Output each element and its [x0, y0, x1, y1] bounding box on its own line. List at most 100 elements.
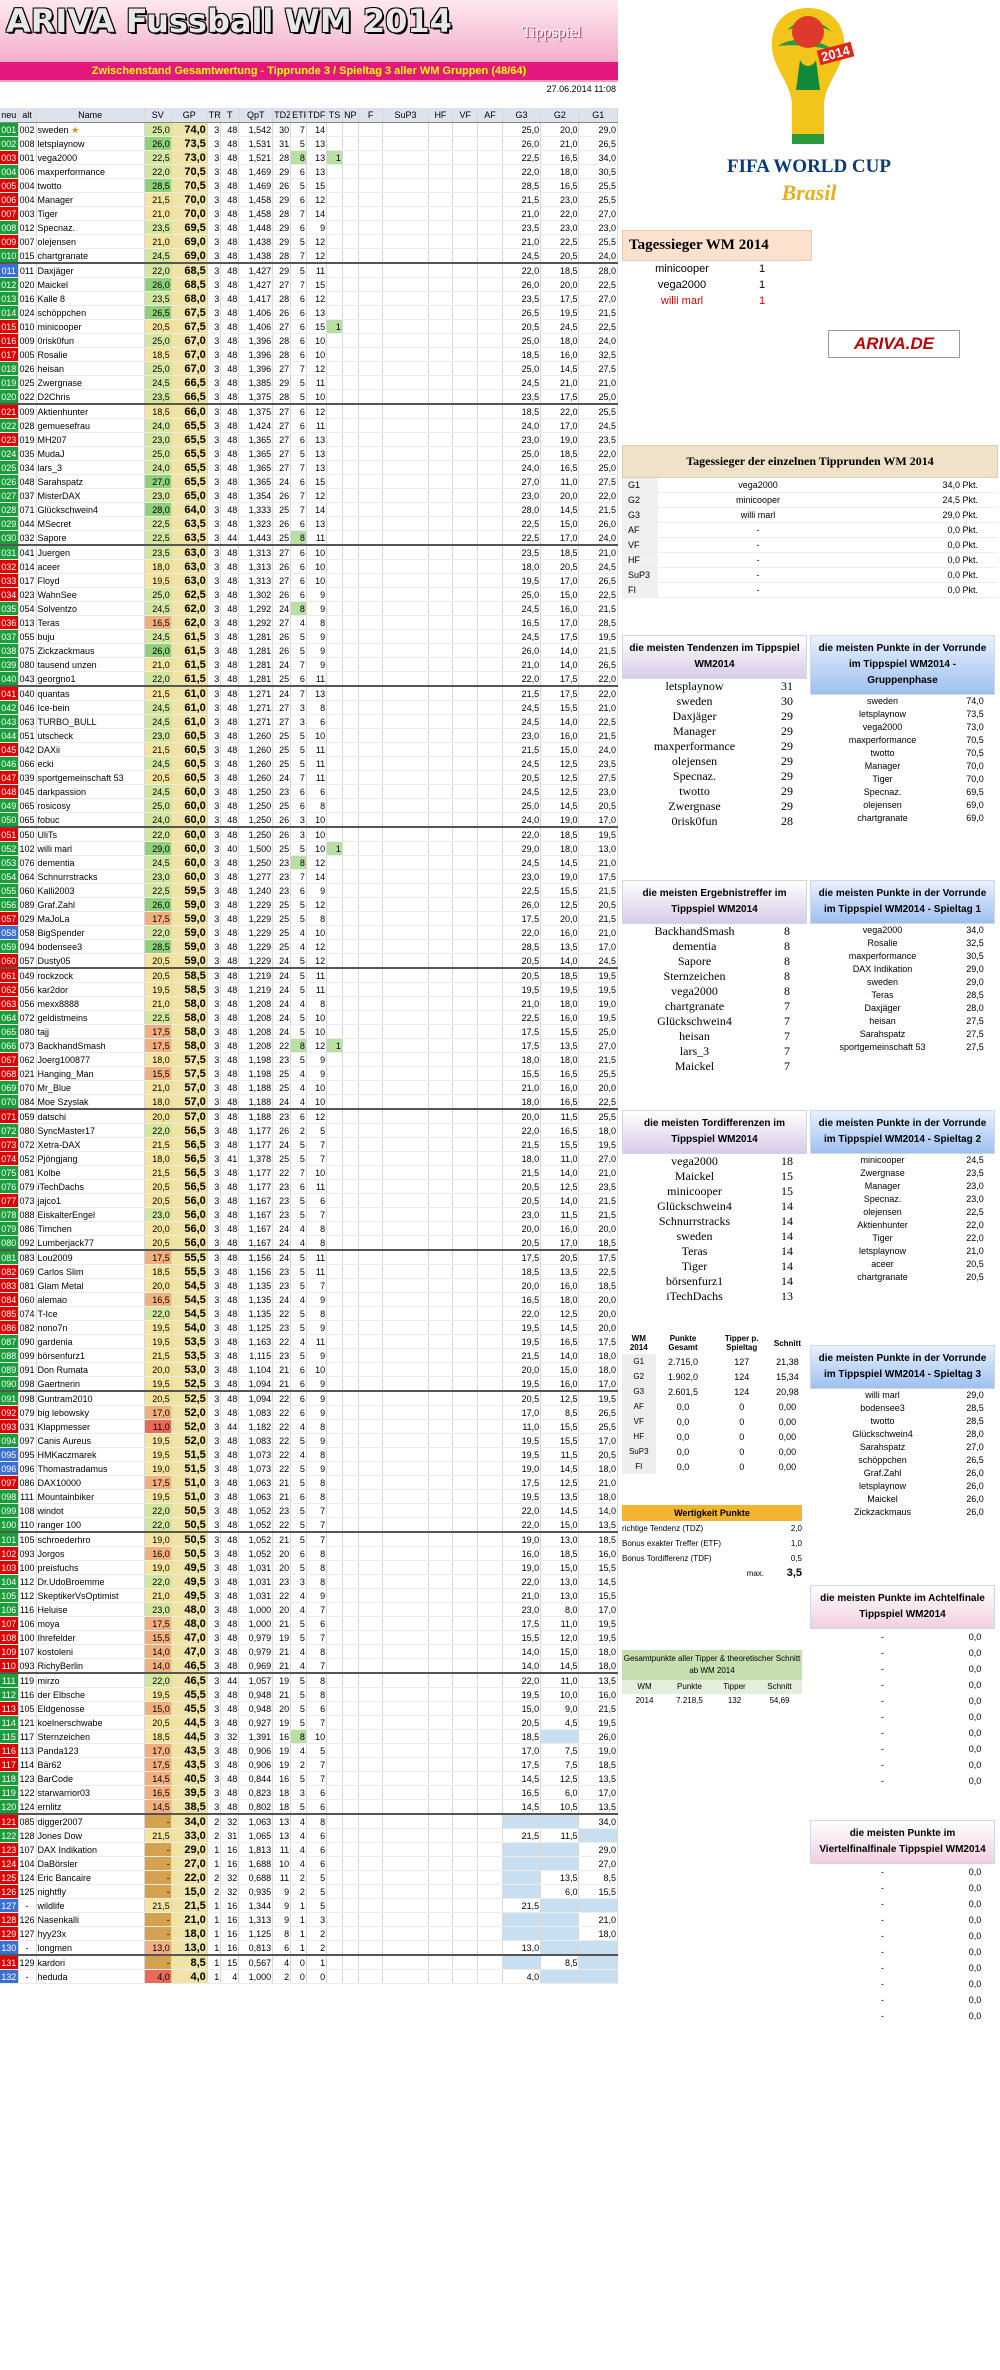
- cell-etf: 6: [290, 291, 307, 306]
- panel-row: -0,0: [810, 1725, 995, 1741]
- cell-vf: [452, 925, 479, 940]
- cell-qpt: 1,031: [238, 1588, 274, 1603]
- cell-np: [342, 1771, 359, 1786]
- cell-np: [342, 1433, 359, 1448]
- cell-neu: 104: [0, 1574, 19, 1589]
- cell-g3: 21,5: [502, 685, 542, 701]
- cell-hf: [428, 1376, 454, 1392]
- cell-gp: 59,0: [171, 911, 208, 926]
- cell-tdf: 8: [306, 1306, 328, 1321]
- cell-g3: [502, 1813, 542, 1829]
- cell-alt: 031: [18, 1419, 37, 1434]
- panel-value: 0,0: [968, 2011, 982, 2021]
- cell-ts: [326, 1264, 343, 1279]
- cell-vf: [452, 291, 479, 306]
- cell-af: [477, 1842, 503, 1857]
- cell-qpt: 1,333: [238, 502, 274, 517]
- cell-g2: 15,0: [540, 1517, 580, 1533]
- tipprunde-label: VF: [622, 538, 658, 552]
- cell-f: [358, 291, 384, 306]
- cell-af: [477, 685, 503, 701]
- cell-hf: [428, 714, 454, 729]
- cell-hf: [428, 1870, 454, 1885]
- cell-qpt: 1,229: [238, 939, 274, 954]
- cell-hf: [428, 1813, 454, 1829]
- panel-row: maxperformance 29: [622, 739, 807, 754]
- cell-hf: [428, 474, 454, 489]
- cell-tdz: 25: [272, 502, 292, 517]
- cell-ts: [326, 897, 343, 912]
- cell-hf: [428, 897, 454, 912]
- cell-hf: [428, 333, 454, 348]
- cell-etf: 6: [290, 516, 307, 531]
- cell-qpt: 0,906: [238, 1743, 274, 1758]
- cell-g2: 13,5: [540, 1870, 580, 1885]
- cell-etf: 7: [290, 657, 307, 672]
- cell-tdf: 12: [306, 855, 328, 870]
- cell-hf: [428, 1151, 454, 1166]
- panel-value: 0,0: [968, 1963, 982, 1973]
- col-header: QpT: [238, 108, 274, 123]
- cell-etf: 6: [290, 474, 307, 489]
- cell-t: 32: [220, 1813, 240, 1829]
- cell-f: [358, 1954, 384, 1970]
- cell-tdf: 8: [306, 798, 328, 813]
- cell-gp: 59,0: [171, 953, 208, 969]
- cell-tdz: 16: [272, 1729, 292, 1744]
- cell-g3: 20,5: [502, 1179, 542, 1194]
- cell-t: 48: [220, 192, 240, 207]
- cell-g2: 18,0: [540, 333, 580, 348]
- cell-af: [477, 1658, 503, 1674]
- cell-tdf: 8: [306, 700, 328, 715]
- cell-tdz: 10: [272, 1856, 292, 1871]
- panel-value: 26,5: [966, 1455, 984, 1465]
- cell-g2: 15,5: [540, 1137, 580, 1152]
- cell-tdf: 7: [306, 1658, 328, 1674]
- cell-hf: [428, 1799, 454, 1815]
- panel-row: chartgranate 7: [622, 999, 807, 1014]
- cell-gp: 53,5: [171, 1348, 208, 1363]
- cell-tdz: 24: [272, 1010, 292, 1025]
- cell-g3: 23,0: [502, 869, 542, 884]
- cell-af: [477, 234, 503, 249]
- cell-g2: [540, 1856, 580, 1871]
- cell-g1: 21,0: [578, 700, 618, 715]
- panel-value: 0,0: [968, 1867, 982, 1877]
- cell-gp: 61,0: [171, 700, 208, 715]
- cell-g2: 16,0: [540, 1080, 580, 1095]
- cell-sup3: [382, 1066, 429, 1081]
- cell-np: [342, 1828, 359, 1843]
- cell-tdf: 6: [306, 784, 328, 799]
- cell-t: 48: [220, 671, 240, 687]
- cell-f: [358, 502, 384, 517]
- cell-qpt: 1,198: [238, 1052, 274, 1067]
- cell-g1: 24,5: [578, 559, 618, 574]
- cell-etf: 6: [290, 1405, 307, 1420]
- cell-t: 16: [220, 1842, 240, 1857]
- panel-value: 29,0: [966, 977, 984, 987]
- cell-np: [342, 1038, 359, 1053]
- cell-neu: 121: [0, 1813, 19, 1829]
- cell-tr: 3: [207, 1320, 222, 1335]
- cell-neu: 017: [0, 347, 19, 362]
- panel-name: willi marl: [865, 1390, 900, 1400]
- panel-value: 0,0: [968, 1744, 982, 1754]
- ariva-logo[interactable]: ARIVA.DE: [828, 330, 960, 358]
- cell-g3: 22,0: [502, 1123, 542, 1138]
- cell-tdf: 11: [306, 375, 328, 390]
- cell-ts: [326, 1193, 343, 1208]
- cell-np: [342, 812, 359, 828]
- cell-t: 48: [220, 319, 240, 334]
- cell-ts: [326, 1912, 343, 1927]
- cell-g3: 20,5: [502, 319, 542, 334]
- cell-hf: [428, 1292, 454, 1307]
- cell-af: [477, 714, 503, 729]
- cell-alt: 098: [18, 1390, 37, 1406]
- cell-g2: 11,0: [540, 1151, 580, 1166]
- cell-tdf: 7: [306, 1630, 328, 1645]
- cell-etf: 4: [290, 1658, 307, 1674]
- table-row: 040 043 georgno1 22,0 61,5 3 48 1,281 25 6 11 22,0 1…: [0, 671, 618, 687]
- panel-name: Glückschwein4: [852, 1429, 913, 1439]
- cell-name: SkeptikerVsOptimist: [36, 1588, 145, 1603]
- cell-np: [342, 305, 359, 320]
